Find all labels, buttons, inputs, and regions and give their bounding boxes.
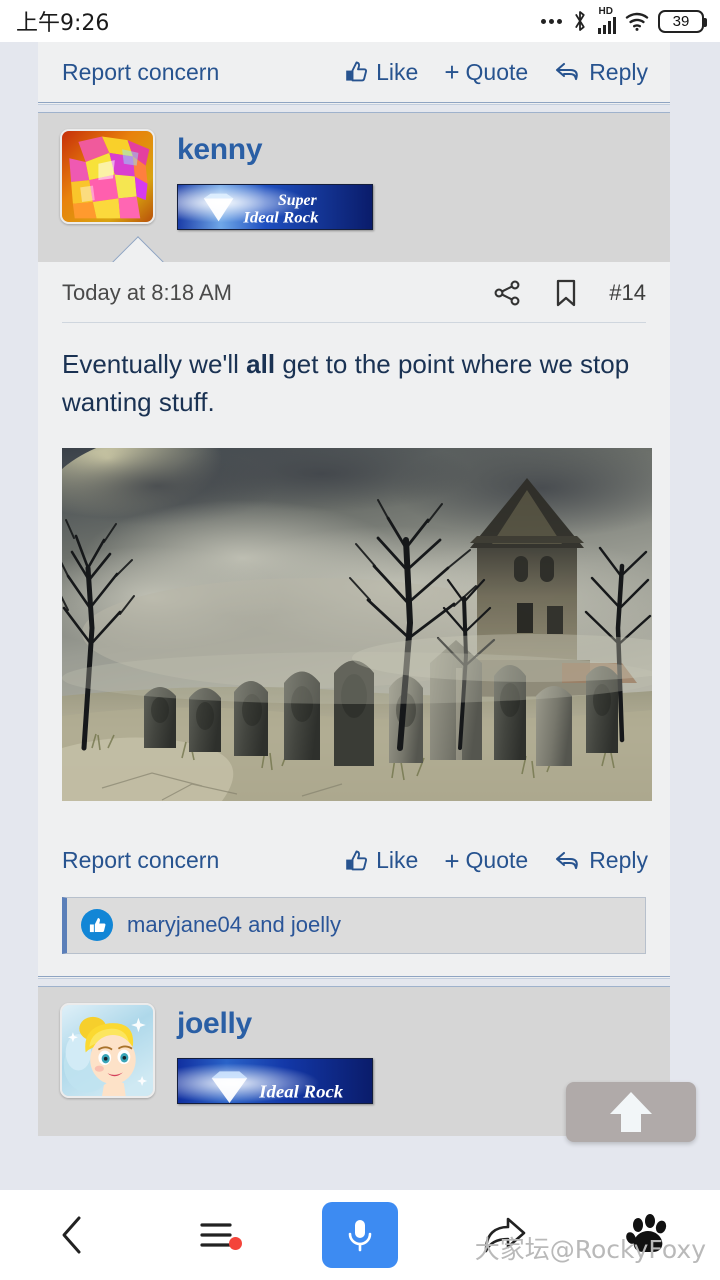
reply-arrow-icon [554, 849, 582, 873]
thumbs-up-circle-icon [81, 909, 113, 942]
microphone-button[interactable] [322, 1202, 398, 1268]
voice-search-button[interactable] [288, 1202, 432, 1268]
quote-button-top[interactable]: + Quote [444, 59, 528, 86]
action-bar-post: Report concern Like + Quote Reply [38, 830, 670, 891]
scroll-to-top-button[interactable] [566, 1082, 696, 1142]
notification-dot-badge [229, 1237, 242, 1250]
svg-text:Ideal Rock: Ideal Rock [258, 1081, 344, 1101]
status-icons-group: HD 39 [540, 7, 707, 34]
status-time: 上午9:26 [16, 11, 110, 36]
post-header: kenny Super Ideal Rock [38, 112, 670, 262]
plus-icon: + [444, 845, 460, 876]
bottom-navigation-bar [0, 1190, 720, 1280]
bookmark-icon[interactable] [553, 277, 579, 309]
reply-label-top: Reply [589, 58, 648, 85]
like-button-top[interactable]: Like [343, 59, 418, 86]
share-arrow-icon [480, 1213, 528, 1257]
wifi-icon [625, 11, 649, 31]
like-label: Like [376, 847, 419, 874]
battery-level: 39 [672, 12, 690, 30]
action-bar-top: Report concern Like + Quote Reply [38, 42, 670, 102]
post-number: #14 [609, 280, 646, 305]
back-icon [55, 1213, 89, 1257]
baidu-paw-button[interactable] [576, 1214, 720, 1256]
quote-button[interactable]: + Quote [444, 847, 528, 874]
svg-text:Super: Super [278, 192, 318, 209]
user-badge-ideal-rock: Ideal Rock [177, 1057, 373, 1104]
share-icon[interactable] [491, 277, 523, 309]
like-button[interactable]: Like [343, 847, 418, 874]
reply-arrow-icon [554, 60, 582, 84]
back-button[interactable] [0, 1213, 144, 1257]
avatar[interactable] [60, 1002, 155, 1098]
paw-icon [626, 1214, 670, 1256]
post-body: Eventually we'll all get to the point wh… [38, 323, 670, 831]
likes-section: maryjane04 and joelly [38, 890, 670, 976]
hd-signal-icon: HD [597, 7, 616, 34]
forum-page: Report concern Like + Quote Reply kenny … [0, 42, 720, 1190]
next-post-author-name[interactable]: joelly [177, 1007, 373, 1041]
post-image-cemetery[interactable] [62, 447, 652, 801]
post-text: Eventually we'll all get to the point wh… [62, 345, 646, 422]
share-button[interactable] [432, 1213, 576, 1257]
post-gap-2 [38, 978, 670, 986]
post-text-bold: all [246, 349, 276, 379]
thumbs-up-icon [343, 848, 369, 874]
plus-icon: + [444, 57, 460, 87]
thumbs-up-icon [343, 59, 369, 85]
report-concern-link[interactable]: Report concern [62, 847, 219, 874]
post-author-name[interactable]: kenny [177, 133, 373, 167]
post-meta-row: Today at 8:18 AM #14 [38, 262, 670, 322]
reply-button-top[interactable]: Reply [554, 59, 648, 86]
likes-names[interactable]: maryjane04 and joelly [127, 912, 341, 938]
user-badge-super-ideal-rock: Super Ideal Rock [177, 184, 373, 230]
thread-content: Report concern Like + Quote Reply kenny … [38, 42, 670, 1136]
reply-button[interactable]: Reply [554, 847, 648, 874]
bluetooth-icon [571, 9, 589, 33]
post-text-part1: Eventually we'll [62, 349, 247, 379]
menu-button[interactable] [144, 1217, 288, 1253]
report-concern-link-top[interactable]: Report concern [62, 59, 219, 86]
like-label-top: Like [376, 58, 419, 85]
svg-text:Ideal Rock: Ideal Rock [242, 208, 319, 227]
quote-label-top: Quote [465, 58, 529, 85]
avatar[interactable] [60, 129, 155, 224]
likes-bar[interactable]: maryjane04 and joelly [62, 896, 646, 954]
reply-label: Reply [589, 847, 648, 874]
post-date: Today at 8:18 AM [62, 280, 232, 305]
battery-icon: 39 [658, 9, 707, 33]
quote-label: Quote [465, 847, 529, 874]
post-gap [38, 105, 670, 112]
post-header-caret [108, 236, 170, 262]
status-bar: 上午9:26 HD 39 [0, 0, 720, 42]
more-dots-icon [540, 18, 562, 24]
